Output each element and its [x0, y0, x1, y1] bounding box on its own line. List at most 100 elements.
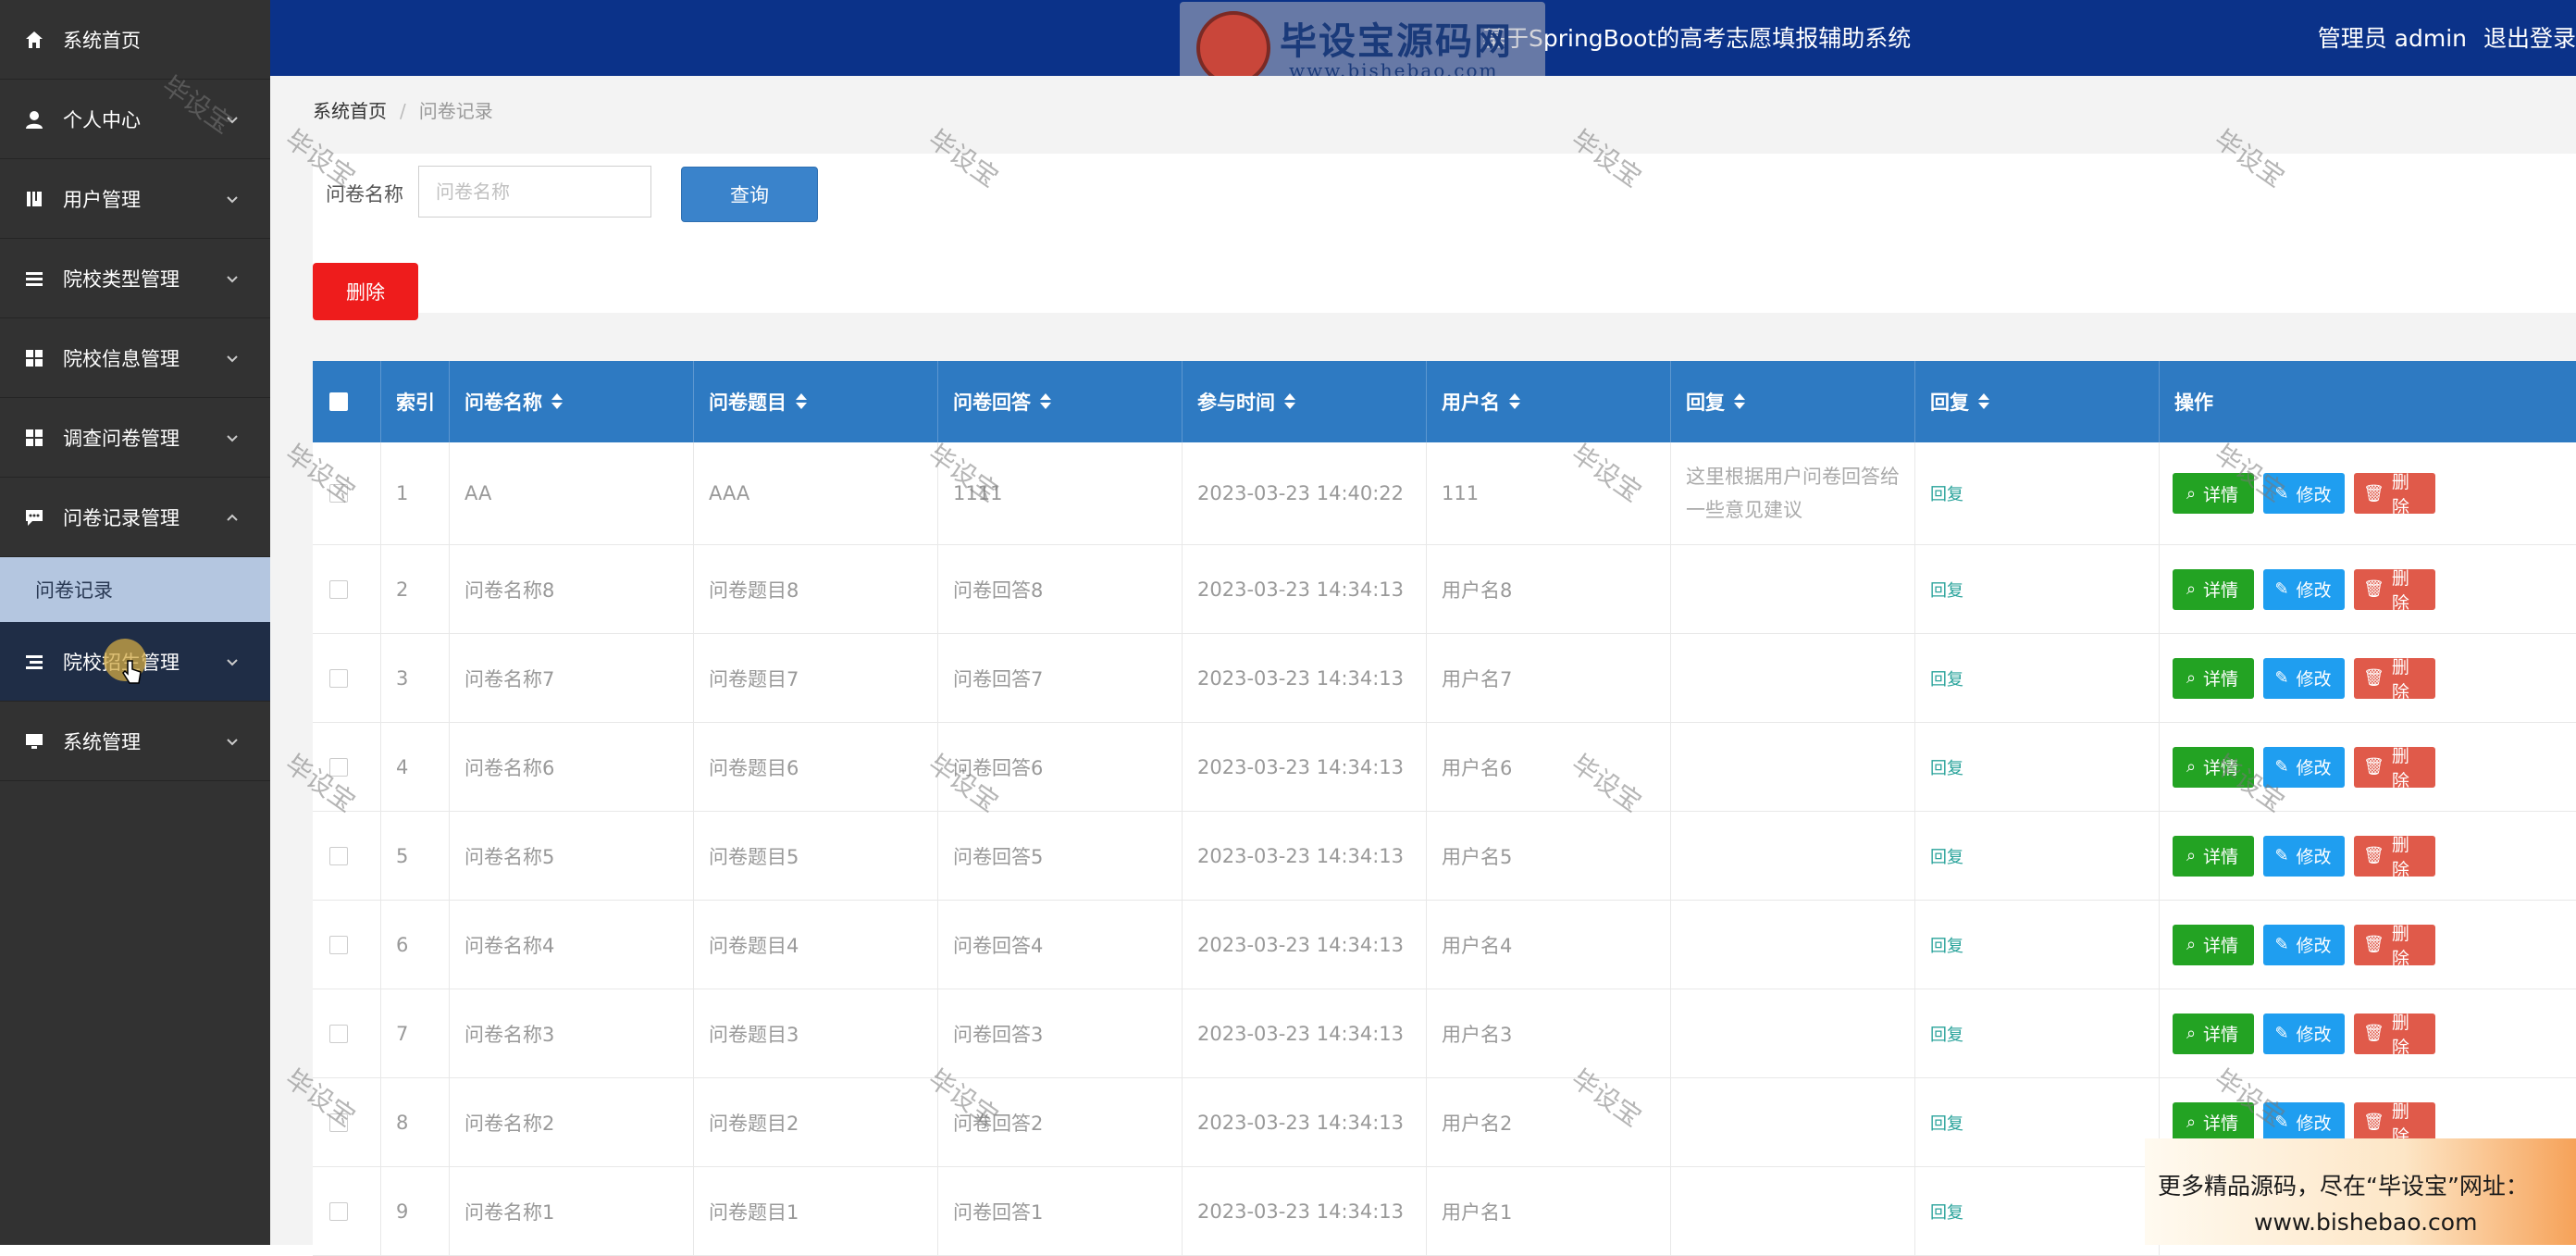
trash-icon: 🗑 [2363, 483, 2384, 504]
cell-answer: 问卷回答7 [938, 634, 1183, 722]
edit-button[interactable]: ✎ 修改 [2263, 1013, 2345, 1054]
grid-icon [24, 348, 44, 368]
cell-answer-text: 问卷回答7 [953, 667, 1044, 690]
column-header-reply[interactable]: 回复 [1671, 361, 1915, 442]
edit-button[interactable]: ✎ 修改 [2263, 924, 2345, 965]
row-checkbox[interactable] [329, 668, 348, 688]
delete-button[interactable]: 🗑删除 [2354, 1013, 2435, 1058]
edit-button[interactable]: ✎ 修改 [2263, 568, 2345, 610]
button-label: 删除 [2391, 834, 2409, 880]
logout-link[interactable]: 退出登录 [2483, 25, 2576, 52]
reply-link[interactable]: 回复 [1930, 755, 1963, 779]
cell-time: 2023-03-23 14:34:13 [1183, 1078, 1427, 1166]
button-label: 修改 [2296, 484, 2332, 505]
cell-time-text: 2023-03-23 14:34:13 [1197, 1022, 1405, 1045]
user-icon [24, 109, 44, 130]
delete-button[interactable]: 🗑删除 [2354, 746, 2435, 791]
detail-button[interactable]: ⌕ 详情 [2173, 835, 2254, 877]
breadcrumb-home[interactable]: 系统首页 [313, 100, 387, 122]
reply-link[interactable]: 回复 [1930, 1022, 1963, 1046]
cell-answer: 问卷回答1 [938, 1167, 1183, 1255]
button-label: 详情 [2203, 936, 2239, 956]
cell-title-text: 问卷题目7 [709, 667, 799, 690]
delete-button[interactable]: 🗑删除 [2354, 835, 2435, 880]
cell-user-text: 用户名7 [1442, 667, 1513, 690]
edit-button[interactable]: ✎ 修改 [2263, 657, 2345, 699]
delete-button[interactable]: 🗑删除 [2354, 924, 2435, 969]
sort-icon[interactable] [1509, 393, 1520, 410]
promo-line-2: www.bishebao.com [2254, 1209, 2478, 1236]
detail-button[interactable]: ⌕ 详情 [2173, 924, 2254, 965]
delete-button[interactable]: 🗑删除 [2354, 472, 2435, 517]
sort-icon[interactable] [1734, 393, 1745, 410]
column-header-time[interactable]: 参与时间 [1183, 361, 1427, 442]
trash-icon: 🗑 [2363, 757, 2384, 777]
edit-button[interactable]: ✎ 修改 [2263, 835, 2345, 877]
column-header-label: 问卷回答 [953, 392, 1031, 414]
reply-link[interactable]: 回复 [1930, 578, 1963, 602]
row-checkbox[interactable] [329, 1201, 348, 1221]
select-cell [313, 812, 381, 900]
detail-button[interactable]: ⌕ 详情 [2173, 568, 2254, 610]
cell-reply-action: 回复 [1915, 634, 2160, 722]
reply-link[interactable]: 回复 [1930, 1200, 1963, 1224]
sidebar-item-user-management[interactable]: 用户管理 [0, 159, 270, 239]
column-header-reply-action[interactable]: 回复 [1915, 361, 2160, 442]
sidebar-item-home[interactable]: 系统首页 [0, 0, 270, 80]
delete-button[interactable]: 🗑删除 [2354, 657, 2435, 703]
select-all-checkbox[interactable] [329, 392, 348, 411]
delete-button[interactable]: 🗑删除 [2354, 568, 2435, 614]
sort-icon[interactable] [551, 393, 563, 410]
column-header-name[interactable]: 问卷名称 [450, 361, 694, 442]
reply-link[interactable]: 回复 [1930, 481, 1963, 505]
column-header-answer[interactable]: 问卷回答 [938, 361, 1183, 442]
sidebar-item-label: 系统首页 [63, 29, 141, 52]
row-checkbox[interactable] [329, 579, 348, 599]
sort-icon[interactable] [1040, 393, 1051, 410]
sort-icon[interactable] [1284, 393, 1295, 410]
chevron-down-icon [227, 434, 238, 441]
list-icon [24, 652, 44, 672]
search-input[interactable] [418, 166, 651, 218]
monitor-icon [24, 731, 44, 752]
sidebar-item-survey-record-management[interactable]: 问卷记录管理 [0, 478, 270, 557]
reply-link[interactable]: 回复 [1930, 933, 1963, 957]
column-header-label: 用户名 [1442, 392, 1500, 414]
row-checkbox[interactable] [329, 935, 348, 954]
sidebar-subitem-survey-record[interactable]: 问卷记录 [0, 557, 270, 622]
sidebar-item-school-info-management[interactable]: 院校信息管理 [0, 318, 270, 398]
cell-title: 问卷题目1 [694, 1167, 938, 1255]
button-label: 详情 [2203, 669, 2239, 690]
cell-title-text: 问卷题目8 [709, 578, 799, 602]
button-label: 详情 [2203, 1113, 2239, 1134]
reply-link[interactable]: 回复 [1930, 1111, 1963, 1135]
row-checkbox[interactable] [329, 846, 348, 865]
delete-button[interactable]: 🗑删除 [2354, 1101, 2435, 1147]
cell-answer: 问卷回答5 [938, 812, 1183, 900]
cell-time-text: 2023-03-23 14:34:13 [1197, 578, 1405, 601]
cell-user-text: 用户名4 [1442, 934, 1513, 957]
sidebar-item-label: 系统管理 [63, 730, 141, 753]
cell-user-text: 111 [1442, 482, 1480, 504]
detail-button[interactable]: ⌕ 详情 [2173, 657, 2254, 699]
reply-link[interactable]: 回复 [1930, 666, 1963, 690]
column-header-title[interactable]: 问卷题目 [694, 361, 938, 442]
detail-button[interactable]: ⌕ 详情 [2173, 1013, 2254, 1054]
cell-reply-action: 回复 [1915, 1078, 2160, 1166]
sidebar-item-school-type-management[interactable]: 院校类型管理 [0, 239, 270, 318]
reply-link[interactable]: 回复 [1930, 844, 1963, 868]
column-header-user[interactable]: 用户名 [1427, 361, 1671, 442]
search-button[interactable]: 查询 [681, 167, 818, 222]
row-checkbox[interactable] [329, 1024, 348, 1043]
trash-icon: 🗑 [2363, 1113, 2384, 1132]
cell-reply [1671, 545, 1915, 633]
sort-icon[interactable] [796, 393, 807, 410]
sidebar-item-survey-management[interactable]: 调查问卷管理 [0, 398, 270, 478]
sort-icon[interactable] [1978, 393, 1989, 410]
batch-delete-button[interactable]: 删除 [313, 263, 418, 320]
pencil-icon: ✎ [2274, 1024, 2289, 1043]
sidebar-item-system-management[interactable]: 系统管理 [0, 702, 270, 781]
cell-operations: ⌕ 详情 ✎ 修改 🗑 删除 [2160, 545, 2576, 633]
sidebar-item-label: 院校信息管理 [63, 347, 180, 370]
column-header-label: 回复 [1930, 392, 1969, 414]
